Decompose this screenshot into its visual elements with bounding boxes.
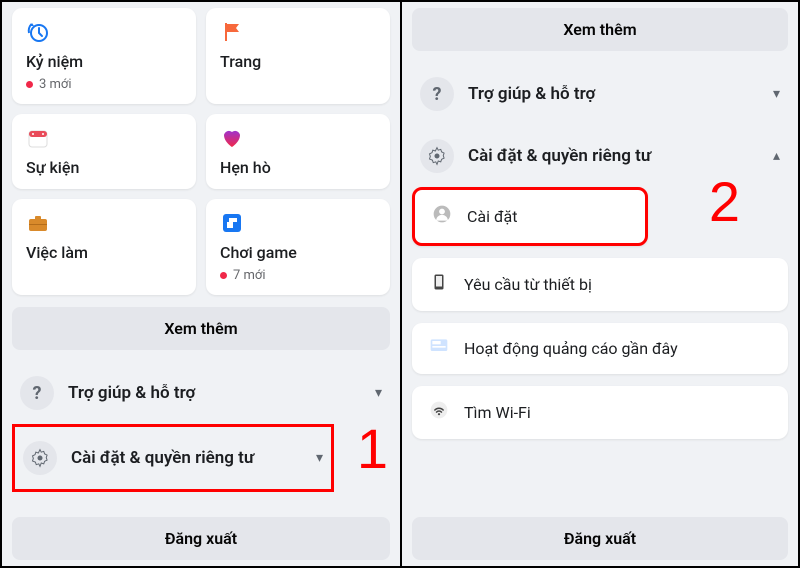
row-label: Cài đặt & quyền riêng tư <box>71 448 302 468</box>
badge-dot-icon <box>220 272 227 279</box>
subitem-label: Cài đặt <box>467 207 517 226</box>
help-support-row[interactable]: ? Trợ giúp & hỗ trợ ▾ <box>412 63 788 125</box>
card-jobs[interactable]: Việc làm <box>12 199 196 295</box>
subitem-label: Hoạt động quảng cáo gần đây <box>464 339 678 358</box>
user-icon <box>431 204 453 229</box>
subitem-settings[interactable]: Cài đặt <box>412 187 648 246</box>
calendar-icon <box>26 126 182 152</box>
step-marker-1: 1 <box>357 416 388 481</box>
card-memories[interactable]: Kỷ niệm 3 mới <box>12 8 196 104</box>
gear-icon <box>420 139 454 173</box>
ad-activity-icon <box>428 337 450 360</box>
card-label: Hẹn hò <box>220 158 376 177</box>
logout-button[interactable]: Đăng xuất <box>12 517 390 560</box>
subitem-recent-ad-activity[interactable]: Hoạt động quảng cáo gần đây <box>412 323 788 374</box>
phone-icon <box>428 272 450 297</box>
row-label: Trợ giúp & hỗ trợ <box>68 383 361 403</box>
card-pages[interactable]: Trang <box>206 8 390 104</box>
subitem-device-requests[interactable]: Yêu cầu từ thiết bị <box>412 258 788 311</box>
card-dating[interactable]: Hẹn hò <box>206 114 390 189</box>
card-badge: 3 mới <box>26 77 182 92</box>
settings-privacy-row[interactable]: Cài đặt & quyền riêng tư ▴ <box>412 125 788 187</box>
badge-dot-icon <box>26 81 33 88</box>
see-more-button[interactable]: Xem thêm <box>12 307 390 350</box>
panel-right: Xem thêm ? Trợ giúp & hỗ trợ ▾ Cài đặt &… <box>400 2 798 566</box>
logout-button[interactable]: Đăng xuất <box>412 517 788 560</box>
card-badge: 7 mới <box>220 268 376 283</box>
game-icon <box>220 211 376 237</box>
wifi-icon <box>428 400 450 425</box>
briefcase-icon <box>26 211 182 237</box>
card-label: Chơi game <box>220 243 376 262</box>
card-label: Trang <box>220 52 376 71</box>
subitem-label: Tìm Wi-Fi <box>464 403 531 422</box>
chevron-down-icon: ▾ <box>316 450 323 466</box>
see-more-button[interactable]: Xem thêm <box>412 8 788 51</box>
shortcut-grid: Kỷ niệm 3 mới Trang Sự kiện Hẹn hò <box>12 8 390 295</box>
row-label: Cài đặt & quyền riêng tư <box>468 146 759 166</box>
flag-icon <box>220 20 376 46</box>
help-icon: ? <box>20 376 54 410</box>
chevron-down-icon: ▾ <box>773 86 780 102</box>
help-support-row[interactable]: ? Trợ giúp & hỗ trợ ▾ <box>12 362 390 424</box>
card-gaming[interactable]: Chơi game 7 mới <box>206 199 390 295</box>
gear-icon <box>23 441 57 475</box>
row-label: Trợ giúp & hỗ trợ <box>468 84 759 104</box>
help-icon: ? <box>420 77 454 111</box>
clock-icon <box>26 20 182 46</box>
card-label: Kỷ niệm <box>26 52 182 71</box>
card-label: Việc làm <box>26 243 182 262</box>
chevron-up-icon: ▴ <box>773 148 780 164</box>
subitem-label: Yêu cầu từ thiết bị <box>464 275 592 294</box>
chevron-down-icon: ▾ <box>375 385 382 401</box>
card-events[interactable]: Sự kiện <box>12 114 196 189</box>
card-label: Sự kiện <box>26 158 182 177</box>
panel-left: Kỷ niệm 3 mới Trang Sự kiện Hẹn hò <box>2 2 400 566</box>
settings-privacy-row[interactable]: Cài đặt & quyền riêng tư ▾ <box>12 424 334 492</box>
subitem-find-wifi[interactable]: Tìm Wi-Fi <box>412 386 788 439</box>
heart-icon <box>220 126 376 152</box>
